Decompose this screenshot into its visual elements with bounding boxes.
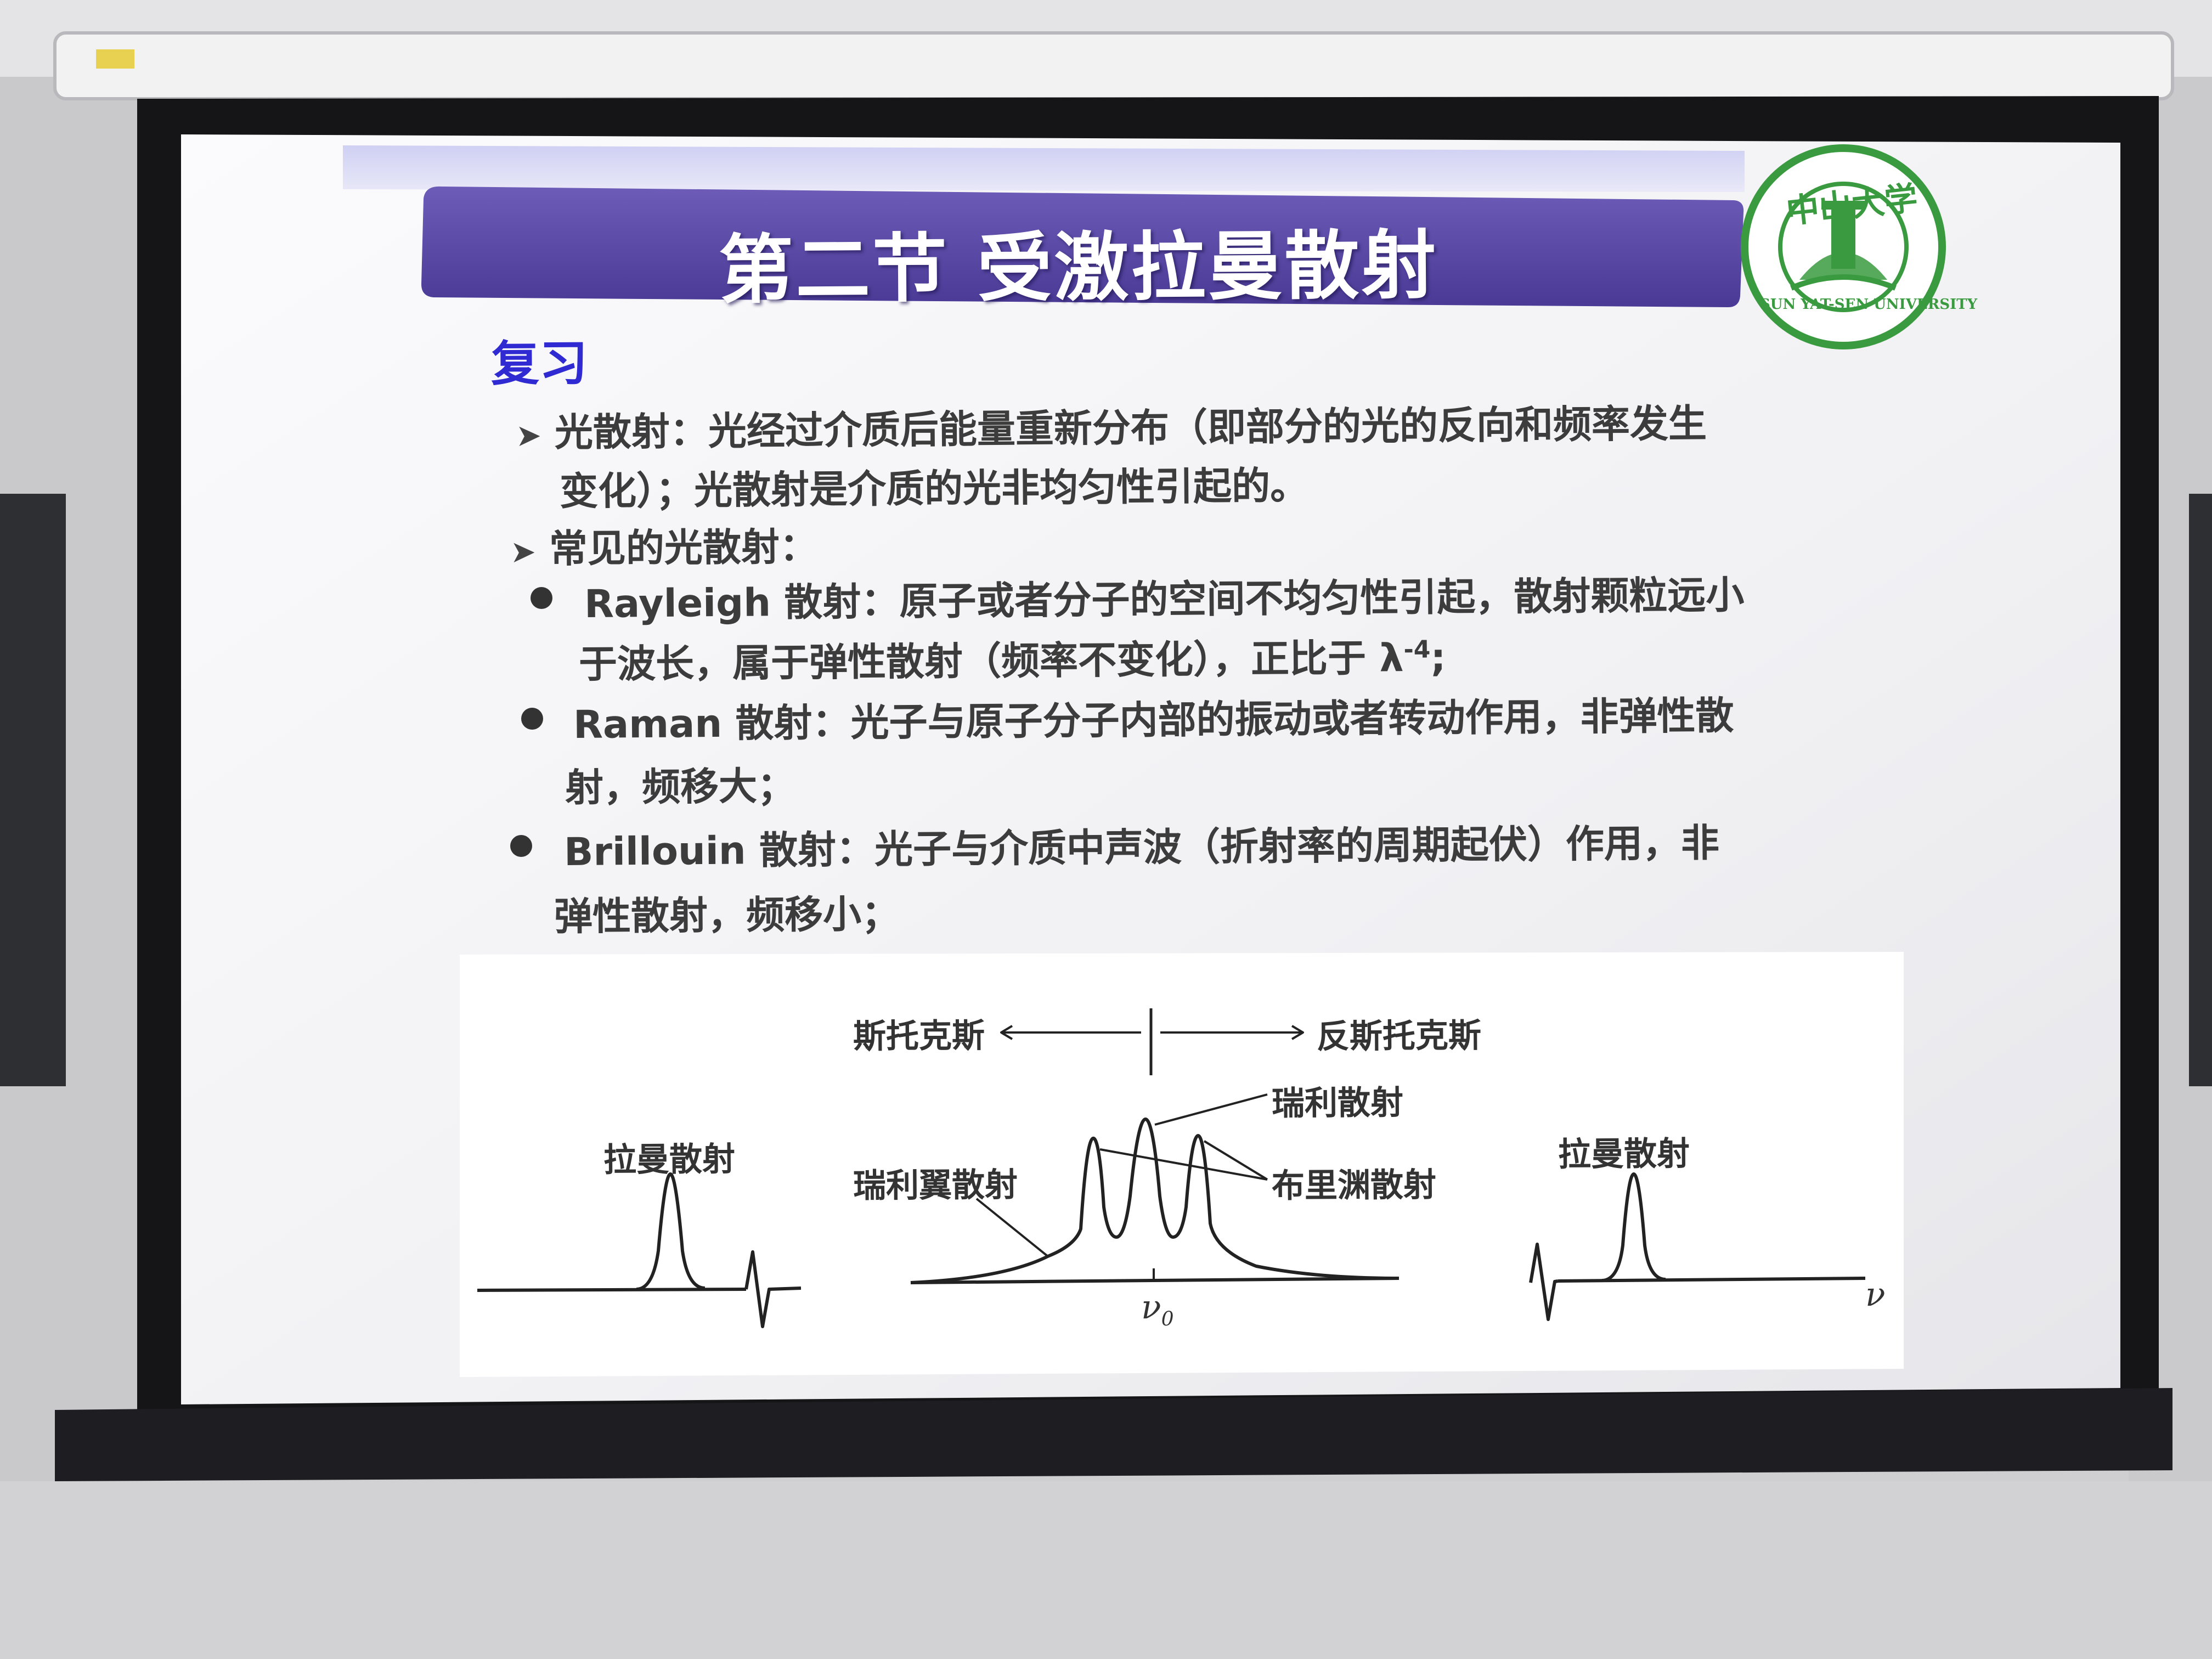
label-brillouin: 布里渊散射 [1271, 1165, 1437, 1206]
item-brillouin-line-2: 弹性散射，频移小； [554, 883, 900, 941]
bullet-2-text: 常见的光散射： [549, 524, 819, 572]
label-nu0-subscript: 0 [1161, 1307, 1174, 1330]
arrow-bullet-icon: ➤ [515, 417, 542, 454]
item-rayleigh-continuation: 于波长，属于弹性散射（频率不变化），正比于 λ [578, 635, 1404, 687]
label-raman-right: 拉曼散射 [1558, 1135, 1690, 1174]
item-raman-line-2: 射，频移大； [565, 755, 796, 812]
item-raman-line-1: Raman 散射：光子与原子分子内部的振动或者转动作用，非弹性散 [573, 685, 1734, 749]
label-stokes: 斯托克斯 [853, 1017, 985, 1056]
label-nu: ν [1865, 1275, 1886, 1314]
item-rayleigh-line-2: 于波长，属于弹性散射（频率不变化），正比于 λ-4; [579, 627, 1446, 689]
label-nu0-symbol: ν [1141, 1288, 1161, 1327]
item-brillouin-continuation: 弹性散射，频移小； [554, 891, 900, 939]
label-rayleigh: 瑞利散射 [1271, 1084, 1404, 1123]
bullet-1-line-1: ➤ 光散射：光经过介质后能量重新分布（即部分的光的反向和频率发生 [516, 393, 1707, 458]
label-nu0: ν0 [1141, 1288, 1174, 1330]
item-raman-continuation: 射，频移大； [565, 763, 796, 810]
item-brillouin-line-1: Brillouin 散射：光子与介质中声波（折射率的周期起伏）作用，非 [564, 812, 1720, 877]
label-raman-left: 拉曼散射 [603, 1140, 736, 1180]
bullet-list: ➤ 光散射：光经过介质后能量重新分布（即部分的光的反向和频率发生 变化）；光散射是… [0, 0, 2212, 1659]
bullet-1-line-2: 变化）；光散射是介质的光非均匀性引起的。 [560, 455, 1309, 516]
item-brillouin-text: Brillouin 散射：光子与介质中声波（折射率的周期起伏）作用，非 [563, 820, 1720, 874]
bullet-2-line: ➤ 常见的光散射： [510, 516, 819, 574]
bullet-1-text: 光散射：光经过介质后能量重新分布（即部分的光的反向和频率发生 [554, 400, 1707, 455]
label-anti-stokes: 反斯托克斯 [1316, 1016, 1482, 1057]
bullet-dot-icon [510, 835, 532, 857]
item-rayleigh-superscript: -4 [1403, 635, 1431, 664]
item-raman-text: Raman 散射：光子与原子分子内部的振动或者转动作用，非弹性散 [573, 693, 1734, 747]
item-rayleigh-line-1: Rayleigh 散射：原子或者分子的空间不均匀性引起，散射颗粒远小 [584, 564, 1745, 629]
bullet-dot-icon [521, 708, 543, 730]
label-rayleigh-wing: 瑞利翼散射 [853, 1165, 1018, 1206]
item-rayleigh-text: Rayleigh 散射：原子或者分子的空间不均匀性引起，散射颗粒远小 [584, 572, 1745, 627]
slide-content: 第二节 受激拉曼散射 中山大学 SUN YAT-SEN UNIVERSITY 复… [0, 0, 2212, 1659]
item-rayleigh-tail: ; [1430, 635, 1446, 680]
arrow-bullet-icon: ➤ [510, 534, 537, 570]
bullet-1-continuation: 变化）；光散射是介质的光非均匀性引起的。 [559, 463, 1309, 514]
bullet-dot-icon [531, 587, 552, 609]
